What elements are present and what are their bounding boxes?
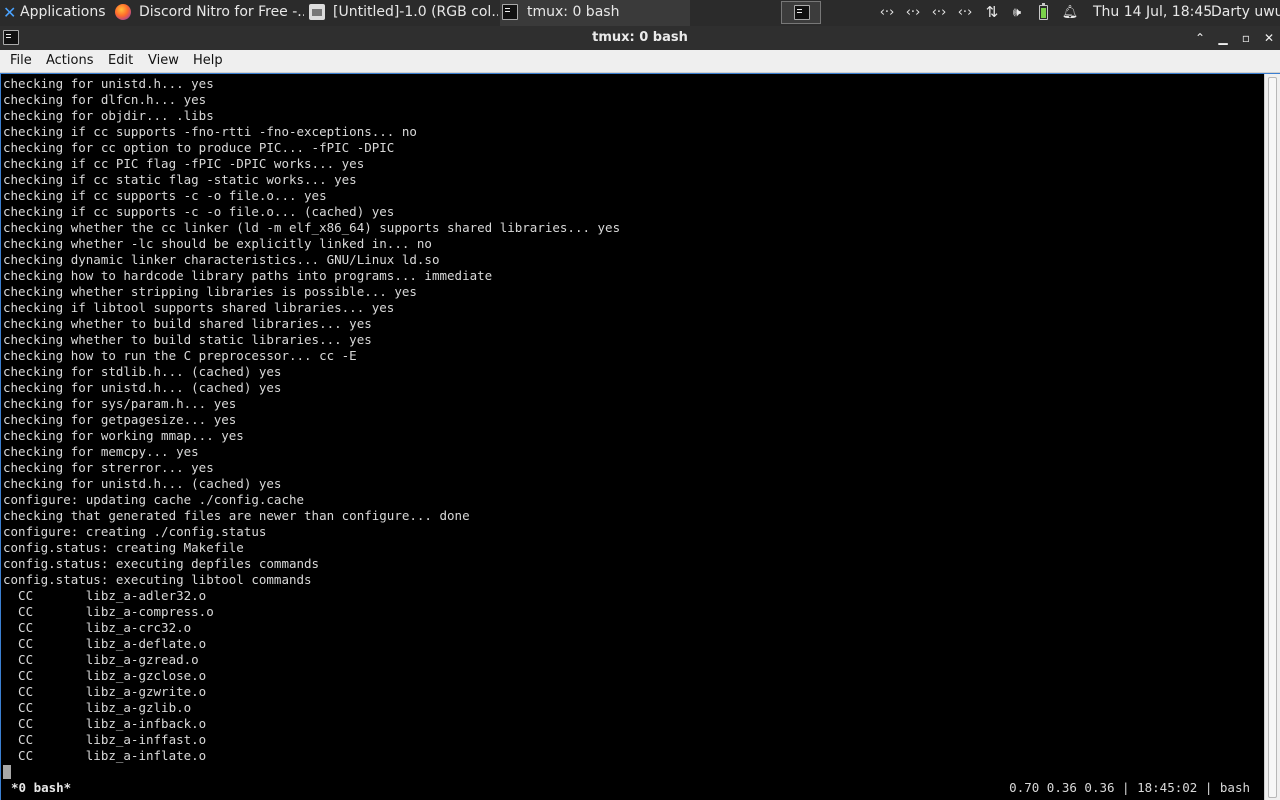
maximize-icon: ▫ bbox=[1241, 31, 1251, 45]
terminal-line: checking whether -lc should be explicitl… bbox=[3, 236, 432, 251]
terminal-line: CC libz_a-gzwrite.o bbox=[3, 684, 207, 699]
terminal-line: checking whether stripping libraries is … bbox=[3, 284, 417, 299]
firefox-icon bbox=[115, 4, 131, 20]
terminal-line: checking for dlfcn.h... yes bbox=[3, 92, 207, 107]
menu-file[interactable]: File bbox=[10, 50, 32, 72]
window-title: tmux: 0 bash bbox=[592, 30, 688, 45]
terminal-line: CC libz_a-gzclose.o bbox=[3, 668, 207, 683]
terminal-line: checking for strerror... yes bbox=[3, 460, 214, 475]
terminal-line: checking whether to build shared librari… bbox=[3, 316, 372, 331]
terminal-line: CC libz_a-compress.o bbox=[3, 604, 214, 619]
taskbar-item-label: [Untitled]-1.0 (RGB col... bbox=[333, 4, 498, 20]
terminal-line: CC libz_a-gzlib.o bbox=[3, 700, 192, 715]
terminal-line: checking if cc PIC flag -fPIC -DPIC work… bbox=[3, 156, 365, 171]
terminal-line: CC libz_a-adler32.o bbox=[3, 588, 207, 603]
scrollbar[interactable] bbox=[1264, 74, 1280, 800]
applications-menu-button[interactable]: ✕ Applications bbox=[0, 0, 108, 26]
terminal-line: config.status: executing libtool command… bbox=[3, 572, 312, 587]
terminal-line: checking whether the cc linker (ld -m el… bbox=[3, 220, 621, 235]
terminal-output: checking for unistd.h... yes checking for… bbox=[3, 76, 1262, 764]
network-icon[interactable]: ‹·› bbox=[902, 0, 924, 26]
transfer-arrows-icon[interactable]: ⇅ bbox=[982, 0, 1002, 26]
terminal-line: CC libz_a-infback.o bbox=[3, 716, 207, 731]
menu-actions[interactable]: Actions bbox=[46, 50, 94, 72]
terminal-line: checking how to hardcode library paths i… bbox=[3, 268, 493, 283]
text-cursor bbox=[3, 765, 11, 779]
taskbar-item-label: tmux: 0 bash bbox=[527, 4, 620, 20]
minimize-button[interactable]: ▁ bbox=[1212, 26, 1234, 50]
terminal-line: configure: creating ./config.status bbox=[3, 524, 267, 539]
terminal-line: checking how to run the C preprocessor..… bbox=[3, 348, 357, 363]
minimize-icon: ▁ bbox=[1218, 31, 1228, 45]
tmux-status-info: 0.70 0.36 0.36 | 18:45:02 | bash bbox=[1009, 780, 1250, 795]
taskbar-item-firefox[interactable]: Discord Nitro for Free -... bbox=[110, 0, 304, 26]
close-icon: ✕ bbox=[1263, 31, 1275, 45]
applications-label: Applications bbox=[20, 4, 106, 20]
terminal-line: CC libz_a-inffast.o bbox=[3, 732, 207, 747]
terminal-line: checking for unistd.h... (cached) yes bbox=[3, 476, 282, 491]
terminal-area[interactable]: checking for unistd.h... yes checking for… bbox=[0, 73, 1280, 800]
terminal-line: checking if cc static flag -static works… bbox=[3, 172, 357, 187]
terminal-line: checking for objdir... .libs bbox=[3, 108, 214, 123]
menu-help[interactable]: Help bbox=[193, 50, 223, 72]
terminal-icon bbox=[794, 5, 810, 20]
terminal-icon bbox=[502, 4, 518, 20]
terminal-line: checking if cc supports -fno-rtti -fno-e… bbox=[3, 124, 417, 139]
taskbar-item-terminal[interactable]: tmux: 0 bash bbox=[500, 0, 690, 26]
terminal-line: CC libz_a-gzread.o bbox=[3, 652, 199, 667]
terminal-line: checking for working mmap... yes bbox=[3, 428, 244, 443]
terminal-launcher-button[interactable] bbox=[781, 1, 821, 24]
terminal-line: checking if cc supports -c -o file.o... … bbox=[3, 204, 395, 219]
terminal-line: config.status: executing depfiles comman… bbox=[3, 556, 320, 571]
terminal-line: CC libz_a-deflate.o bbox=[3, 636, 207, 651]
tmux-window-list[interactable]: *0 bash* bbox=[11, 780, 71, 796]
close-button[interactable]: ✕ bbox=[1258, 26, 1280, 50]
terminal-line: checking for unistd.h... (cached) yes bbox=[3, 380, 282, 395]
user-menu[interactable]: Darty uwu bbox=[1211, 0, 1280, 26]
terminal-line: checking for memcpy... yes bbox=[3, 444, 199, 459]
terminal-line: CC libz_a-crc32.o bbox=[3, 620, 192, 635]
taskbar-item-label: Discord Nitro for Free -... bbox=[139, 4, 304, 20]
terminal-line: checking for cc option to produce PIC...… bbox=[3, 140, 395, 155]
menu-bar: File Actions Edit View Help bbox=[0, 50, 1280, 73]
menu-view[interactable]: View bbox=[148, 50, 179, 72]
network-icon[interactable]: ‹·› bbox=[928, 0, 950, 26]
terminal-line: checking whether to build static librari… bbox=[3, 332, 372, 347]
terminal-line: checking if cc supports -c -o file.o... … bbox=[3, 188, 327, 203]
terminal-line: checking if libtool supports shared libr… bbox=[3, 300, 395, 315]
window-titlebar[interactable]: tmux: 0 bash ⌃ ▁ ▫ ✕ bbox=[0, 26, 1280, 50]
network-icon[interactable]: ‹·› bbox=[876, 0, 898, 26]
terminal-line: configure: updating cache ./config.cache bbox=[3, 492, 305, 507]
top-panel: ✕ Applications Discord Nitro for Free -.… bbox=[0, 0, 1280, 26]
scrollbar-thumb[interactable] bbox=[1268, 77, 1277, 798]
menu-edit[interactable]: Edit bbox=[108, 50, 133, 72]
terminal-line: checking dynamic linker characteristics.… bbox=[3, 252, 440, 267]
shade-button[interactable]: ⌃ bbox=[1189, 26, 1211, 50]
taskbar-item-gimp[interactable]: [Untitled]-1.0 (RGB col... bbox=[306, 0, 498, 26]
battery-icon[interactable] bbox=[1039, 3, 1048, 20]
clock[interactable]: Thu 14 Jul, 18:45 bbox=[1093, 0, 1212, 26]
terminal-line: config.status: creating Makefile bbox=[3, 540, 244, 555]
maximize-button[interactable]: ▫ bbox=[1235, 26, 1257, 50]
volume-icon[interactable]: 🕪 bbox=[1007, 0, 1027, 26]
terminal-line: checking for unistd.h... yes bbox=[3, 76, 214, 91]
bell-icon[interactable]: 🔔︎ bbox=[1060, 0, 1080, 26]
terminal-line: checking for getpagesize... yes bbox=[3, 412, 237, 427]
terminal-line: CC libz_a-inflate.o bbox=[3, 748, 207, 763]
image-editor-icon bbox=[309, 4, 325, 20]
network-icon[interactable]: ‹·› bbox=[954, 0, 976, 26]
xfce-logo-icon: ✕ bbox=[3, 3, 17, 22]
chevron-up-icon: ⌃ bbox=[1194, 31, 1206, 45]
terminal-line: checking for sys/param.h... yes bbox=[3, 396, 237, 411]
terminal-line: checking that generated files are newer … bbox=[3, 508, 470, 523]
terminal-line: checking for stdlib.h... (cached) yes bbox=[3, 364, 282, 379]
